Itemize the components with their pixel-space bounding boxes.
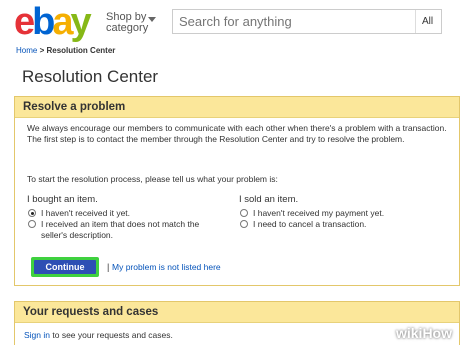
- wikihow-watermark: wikiHow: [395, 325, 452, 341]
- requests-cases-panel: Your requests and cases Sign in to see y…: [14, 301, 460, 345]
- resolve-problem-title: Resolve a problem: [15, 97, 459, 118]
- resolve-problem-panel: Resolve a problem We always encourage ou…: [14, 96, 460, 286]
- link-separator: |: [107, 262, 110, 272]
- shop-by-category-button[interactable]: Shop by category: [106, 12, 148, 34]
- logo-letter-b: b: [32, 1, 55, 43]
- search-bar: All: [172, 9, 442, 34]
- sign-in-link[interactable]: Sign in: [24, 330, 50, 340]
- chevron-down-icon[interactable]: [148, 17, 156, 22]
- ebay-logo[interactable]: ebay: [14, 1, 92, 43]
- radio-button[interactable]: [240, 209, 248, 217]
- radio-button-selected[interactable]: [28, 209, 36, 217]
- radio-label: I need to cancel a transaction.: [253, 219, 367, 229]
- requests-description: to see your requests and cases.: [52, 330, 173, 340]
- search-input[interactable]: [173, 10, 417, 33]
- requests-cases-title: Your requests and cases: [15, 302, 459, 323]
- header: ebay Shop by category All: [0, 0, 460, 44]
- radio-label: I haven't received it yet.: [41, 208, 131, 218]
- page-title: Resolution Center: [22, 67, 159, 86]
- radio-label: I haven't received my payment yet.: [253, 208, 385, 218]
- breadcrumb-current: Resolution Center: [46, 46, 116, 55]
- prompt-text: To start the resolution process, please …: [27, 174, 278, 184]
- continue-button-label: Continue: [34, 260, 96, 274]
- breadcrumb: Home > Resolution Center: [16, 46, 115, 55]
- radio-label: I received an item that does not match t…: [41, 219, 200, 229]
- continue-button[interactable]: Continue: [31, 257, 99, 277]
- logo-letter-a: a: [52, 1, 73, 43]
- bought-item-heading: I bought an item.: [27, 194, 98, 205]
- breadcrumb-home-link[interactable]: Home: [16, 46, 37, 55]
- category-label: category: [106, 22, 149, 34]
- search-category-select[interactable]: All: [415, 10, 441, 33]
- radio-button[interactable]: [240, 220, 248, 228]
- intro-text: We always encourage our members to commu…: [27, 123, 447, 144]
- requests-sign-in-text: Sign in to see your requests and cases.: [24, 330, 173, 340]
- logo-letter-e: e: [14, 1, 35, 43]
- radio-label-continued: seller's description.: [41, 230, 114, 240]
- radio-button[interactable]: [28, 220, 36, 228]
- sold-item-heading: I sold an item.: [239, 194, 299, 205]
- problem-not-listed-link[interactable]: My problem is not listed here: [112, 262, 221, 272]
- breadcrumb-separator: >: [39, 46, 45, 55]
- logo-letter-y: y: [70, 1, 92, 43]
